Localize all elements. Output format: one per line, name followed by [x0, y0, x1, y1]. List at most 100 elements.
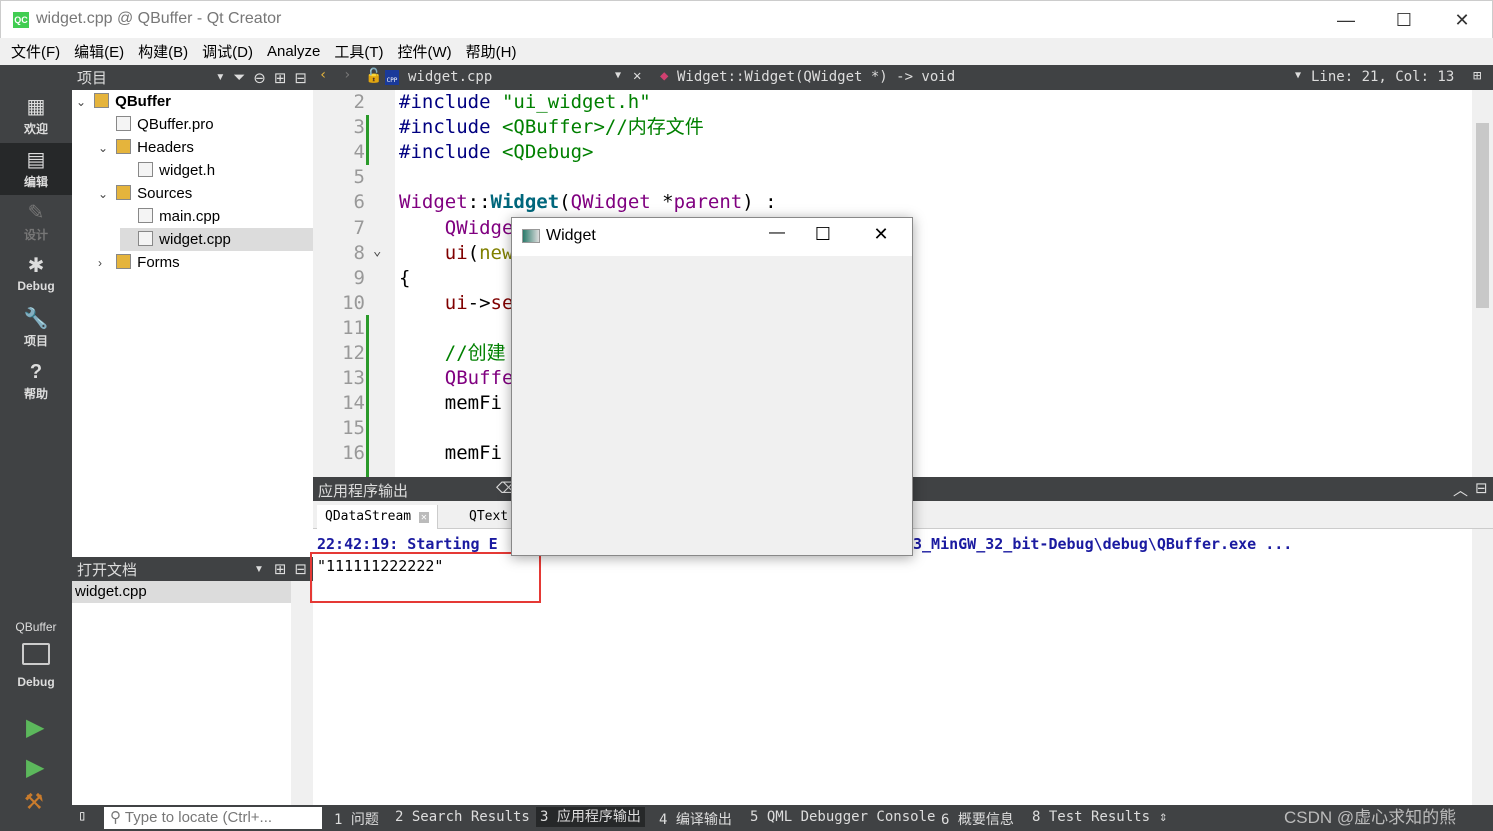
output-pane-tab[interactable]: 2 Search Results: [395, 809, 530, 825]
chevron-icon[interactable]: ⌄: [98, 137, 112, 160]
widget-window[interactable]: Widget — ☐ ✕: [511, 217, 913, 556]
line-number: 2: [353, 91, 365, 113]
maximize-pane-icon[interactable]: ︿: [1453, 479, 1468, 500]
open-document-item[interactable]: widget.cpp: [72, 581, 291, 603]
menu-item[interactable]: 控件(W): [391, 41, 459, 62]
close-tab-icon[interactable]: ✕: [418, 512, 429, 523]
output-tab-label: QDataStream: [325, 509, 412, 524]
open-documents-list: widget.cpp: [72, 581, 313, 805]
menu-item[interactable]: 工具(T): [327, 41, 390, 62]
symbol-dropdown-icon[interactable]: ▼: [1295, 70, 1301, 81]
output-pane-tab[interactable]: 6 概要信息: [941, 809, 1014, 829]
debug-run-icon[interactable]: ▶: [26, 753, 44, 782]
mode-pencil[interactable]: ✎ 设计: [0, 196, 72, 248]
filter-icon[interactable]: ⏷: [233, 69, 245, 86]
mode-bug[interactable]: ✱ Debug: [0, 249, 72, 301]
project-pane-title[interactable]: 项目: [77, 67, 215, 88]
forward-icon[interactable]: ›: [343, 67, 351, 83]
tree-item-label: widget.cpp: [159, 231, 231, 248]
tree-item[interactable]: ⌄ Headers: [98, 136, 313, 159]
widget-close-button[interactable]: ✕: [856, 224, 906, 245]
open-documents-title[interactable]: 打开文档: [77, 559, 254, 580]
more-tabs-icon[interactable]: ⇕: [1159, 809, 1167, 825]
output-pane-tab[interactable]: 3 应用程序输出: [536, 807, 645, 827]
mode-help[interactable]: ? 帮助: [0, 355, 72, 407]
menu-item[interactable]: 帮助(H): [459, 41, 524, 62]
split-icon[interactable]: ⊞: [274, 560, 287, 578]
menu-item[interactable]: 构建(B): [131, 41, 195, 62]
menu-item[interactable]: 编辑(E): [67, 41, 131, 62]
tree-item[interactable]: widget.cpp: [120, 228, 313, 251]
chevron-icon[interactable]: ⌄: [76, 91, 90, 114]
close-pane-icon[interactable]: ⊟: [1475, 479, 1488, 497]
code-token: "ui_widget.h": [501, 91, 651, 113]
output-pane-tab[interactable]: 8 Test Results: [1032, 809, 1150, 825]
editor-toolbar: ‹ › 🔓 CPP widget.cpp ▼ ✕ ◆ Widget::Widge…: [313, 65, 1493, 90]
minimize-button[interactable]: —: [1317, 1, 1375, 39]
back-icon[interactable]: ‹: [319, 67, 327, 83]
widget-maximize-button[interactable]: ☐: [798, 224, 848, 245]
split-editor-icon[interactable]: ⊞: [1473, 68, 1481, 84]
build-hammer-icon[interactable]: ⚒: [24, 789, 44, 815]
docs-scrollbar[interactable]: [291, 581, 313, 805]
run-icon[interactable]: ▶: [26, 713, 44, 742]
code-line: #include <QBuffer>//内存文件: [399, 115, 704, 140]
project-tree: ⌄ QBuffer QBuffer.pro ⌄ Headers widget.h ⌄…: [72, 90, 313, 557]
app-window-icon: [522, 229, 540, 243]
tree-item[interactable]: ⌄ Sources: [98, 182, 313, 205]
close-file-icon[interactable]: ✕: [633, 68, 641, 84]
dropdown-icon[interactable]: ▼: [215, 72, 225, 83]
toggle-sidebar-icon[interactable]: ▯: [78, 808, 86, 824]
file-selector[interactable]: widget.cpp: [408, 69, 492, 85]
chevron-icon[interactable]: ›: [98, 252, 112, 275]
mode-wrench[interactable]: 🔧 项目: [0, 302, 72, 354]
code-token: ui: [399, 291, 468, 314]
close-pane-icon[interactable]: ⊟: [294, 69, 307, 87]
output-scrollbar[interactable]: [1472, 529, 1493, 805]
output-tab[interactable]: QDataStream ✕: [317, 505, 438, 529]
locate-input[interactable]: ⚲ Type to locate (Ctrl+...: [104, 807, 322, 829]
code-token: se: [490, 291, 514, 314]
mode-grid[interactable]: ▦ 欢迎: [0, 90, 72, 142]
line-number: 8: [353, 241, 365, 264]
maximize-button[interactable]: ☐: [1375, 1, 1433, 39]
tree-item[interactable]: widget.h: [120, 159, 313, 182]
line-number: 6: [353, 191, 365, 214]
tree-item[interactable]: main.cpp: [120, 205, 313, 228]
code-line: ui->se: [399, 291, 514, 316]
application-output[interactable]: 22:42:19: Starting E 3_MinGW_32_bit-Debu…: [310, 529, 1472, 805]
kit-project-label: QBuffer: [15, 620, 57, 634]
dropdown-icon[interactable]: ▼: [254, 564, 264, 575]
menu-item[interactable]: 文件(F): [4, 41, 67, 62]
output-pane-tab[interactable]: 4 编译输出: [659, 809, 732, 829]
editor-scrollbar[interactable]: [1472, 90, 1493, 477]
file-dropdown-icon[interactable]: ▼: [615, 70, 621, 81]
close-button[interactable]: ✕: [1433, 1, 1491, 39]
link-icon[interactable]: ⊖: [253, 69, 266, 87]
tree-item[interactable]: ⌄ QBuffer: [76, 90, 313, 113]
fold-chevron-icon[interactable]: ⌄: [373, 243, 381, 259]
close-pane-icon[interactable]: ⊟: [294, 560, 307, 578]
cursor-position[interactable]: Line: 21, Col: 13: [1311, 69, 1454, 85]
tree-item[interactable]: › Forms: [98, 251, 313, 274]
code-token: parent: [673, 191, 743, 214]
widget-minimize-button[interactable]: —: [752, 224, 802, 242]
output-tab[interactable]: QText: [461, 505, 518, 529]
window-titlebar: QC widget.cpp @ QBuffer - Qt Creator — ☐…: [0, 0, 1493, 38]
monitor-icon[interactable]: [22, 643, 50, 665]
output-tab-label: QText: [469, 509, 509, 524]
output-pane-tab[interactable]: 5 QML Debugger Console: [750, 809, 935, 825]
menu-item[interactable]: Analyze: [260, 43, 327, 60]
menu-item[interactable]: 调试(D): [195, 41, 260, 62]
line-number: 12: [342, 342, 365, 364]
output-pane-tab[interactable]: 1 问题: [334, 809, 379, 829]
folder-icon: [116, 139, 132, 154]
symbol-selector[interactable]: Widget::Widget(QWidget *) -> void: [677, 69, 955, 85]
file-icon: [138, 208, 154, 223]
scrollbar-thumb[interactable]: [1476, 123, 1489, 308]
chevron-icon[interactable]: ⌄: [98, 183, 112, 206]
tree-item[interactable]: QBuffer.pro: [98, 113, 313, 136]
split-icon[interactable]: ⊞: [274, 69, 287, 87]
code-token: <QDebug>: [501, 141, 594, 164]
mode-edit[interactable]: ▤ 编辑: [0, 143, 72, 195]
